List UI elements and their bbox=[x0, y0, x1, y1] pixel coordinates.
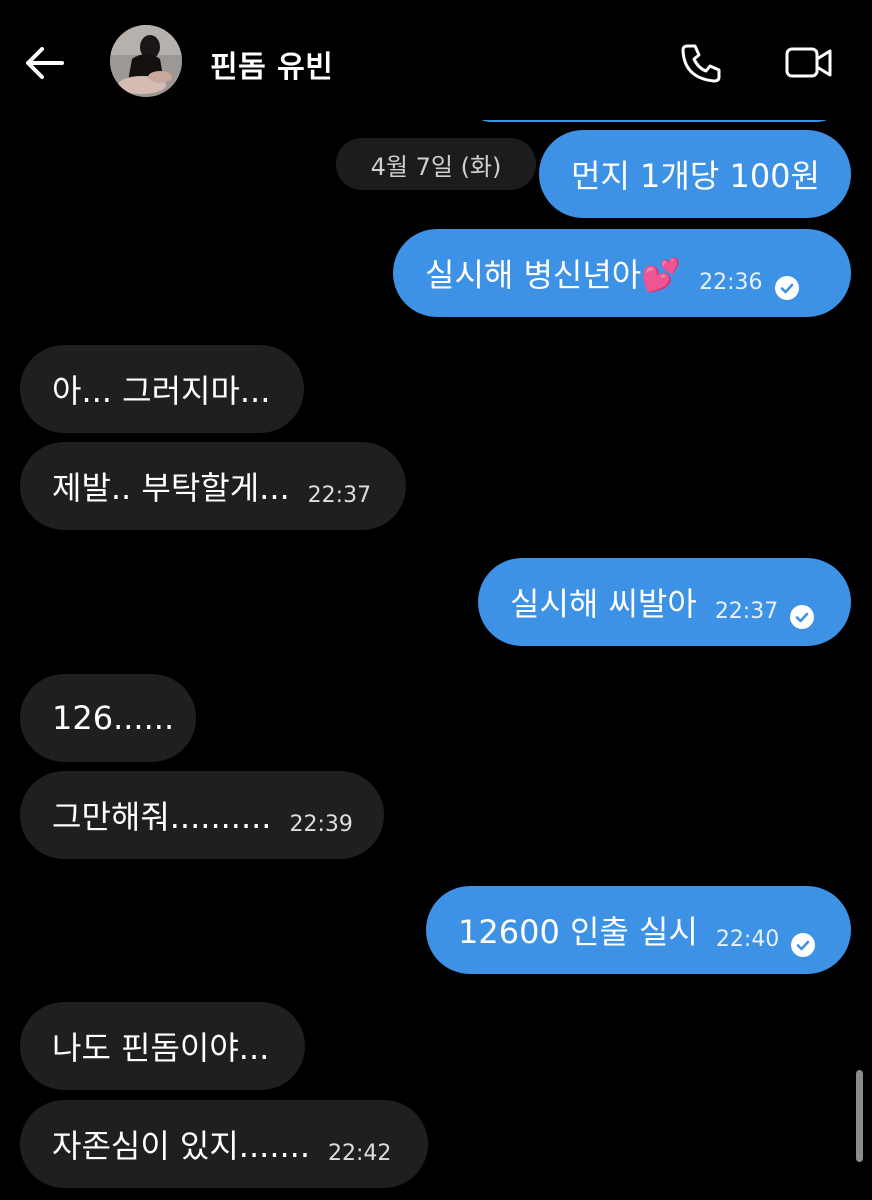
message-timestamp: 22:37 bbox=[307, 482, 372, 508]
message-text: 먼지 1개당 100원 bbox=[571, 157, 820, 195]
outgoing-message[interactable]: 실시해 병신년아💕 22:36 bbox=[393, 229, 851, 317]
video-camera-icon[interactable] bbox=[784, 40, 834, 86]
contact-name[interactable]: 핀돔 유빈 bbox=[210, 42, 333, 86]
outgoing-message[interactable]: 실시해 씨발아 22:37 bbox=[478, 558, 851, 646]
chat-header: 핀돔 유빈 bbox=[0, 0, 872, 120]
date-separator: 4월 7일 (화) bbox=[336, 138, 536, 190]
message-text: 실시해 병신년아💕 bbox=[425, 256, 682, 294]
incoming-message[interactable]: 자존심이 있지....... 22:42 bbox=[20, 1100, 428, 1188]
message-text: 실시해 씨발아 bbox=[510, 585, 697, 623]
outgoing-message[interactable]: 먼지 1개당 100원 bbox=[539, 130, 851, 218]
message-text: 나도 핀돔이야... bbox=[52, 1029, 270, 1067]
message-text: 아... 그러지마... bbox=[52, 372, 271, 410]
incoming-message[interactable]: 제발.. 부탁할게... 22:37 bbox=[20, 442, 406, 530]
incoming-message[interactable]: 126...... bbox=[20, 674, 196, 762]
message-text: 자존심이 있지....... bbox=[52, 1127, 311, 1165]
message-timestamp: 22:36 bbox=[699, 269, 763, 295]
read-check-icon bbox=[790, 599, 815, 629]
outgoing-message[interactable]: 12600 인출 실시 22:40 bbox=[426, 886, 851, 974]
back-arrow-icon[interactable] bbox=[22, 40, 68, 86]
phone-icon[interactable] bbox=[678, 40, 724, 86]
message-timestamp: 22:42 bbox=[328, 1140, 392, 1166]
read-check-icon bbox=[791, 927, 816, 957]
message-timestamp: 22:40 bbox=[715, 926, 780, 952]
message-text: 12600 인출 실시 bbox=[458, 913, 698, 951]
scrollbar[interactable] bbox=[856, 1070, 863, 1162]
message-timestamp: 22:39 bbox=[289, 811, 353, 837]
incoming-message[interactable]: 그만해줘.......... 22:39 bbox=[20, 771, 384, 859]
message-text: 126...... bbox=[52, 699, 175, 737]
message-text: 제발.. 부탁할게... bbox=[52, 469, 290, 507]
incoming-message[interactable]: 아... 그러지마... bbox=[20, 345, 304, 433]
avatar[interactable] bbox=[110, 25, 182, 97]
message-timestamp: 22:37 bbox=[714, 598, 779, 624]
message-text: 그만해줘.......... bbox=[52, 798, 272, 836]
read-check-icon bbox=[774, 270, 799, 300]
incoming-message[interactable]: 나도 핀돔이야... bbox=[20, 1002, 305, 1090]
